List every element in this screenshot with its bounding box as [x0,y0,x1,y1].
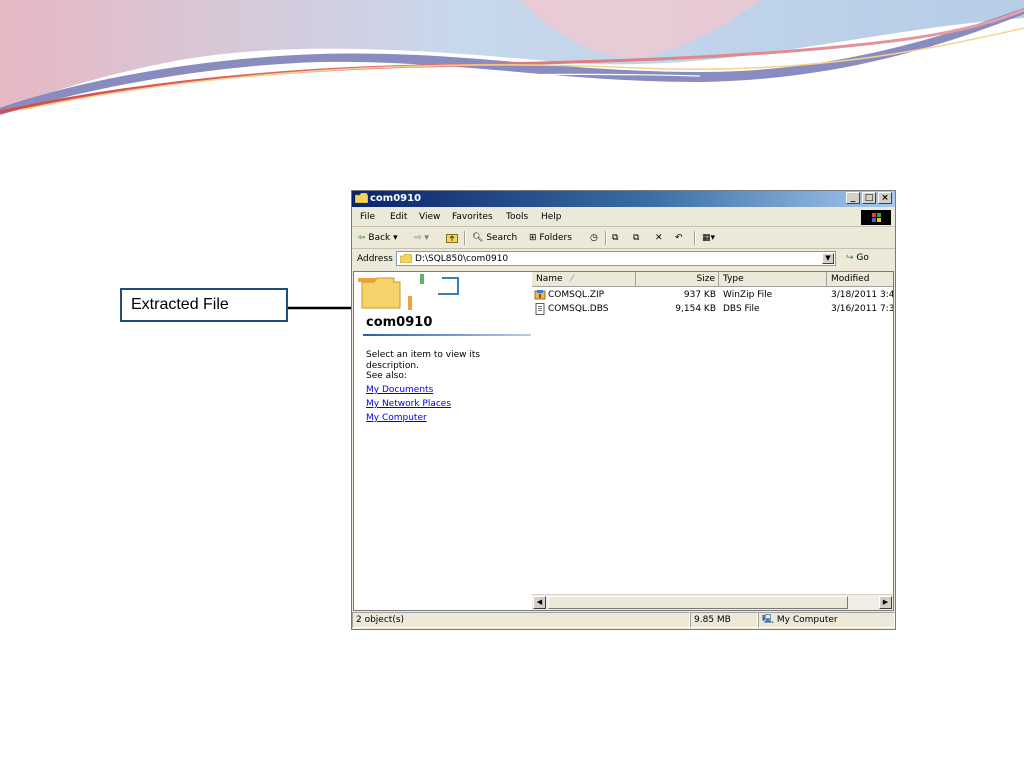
extracted-file-callout: Extracted File [120,288,288,322]
status-bar: 2 object(s) 9.85 MB 🖳 My Computer [352,612,895,629]
status-location: 🖳 My Computer [758,612,895,628]
search-icon: 🔍︎ [472,233,484,243]
file-row[interactable]: COMSQL.DBS 9,154 KB DBS File 3/16/2011 7… [532,302,894,316]
column-header-name[interactable]: Name ⁄ [532,272,636,287]
delete-button[interactable]: ✕ [655,233,663,243]
file-name: COMSQL.DBS [548,304,609,314]
views-icon: ▦▾ [702,233,716,243]
toolbar: ⇦ Back ▾ ⇨ ▾ 🔍︎ Search ⊞ Folders ◷ ⧉ ⧉ ✕… [352,228,895,249]
file-name: COMSQL.ZIP [548,290,605,300]
menu-edit[interactable]: Edit [390,212,407,222]
toolbar-separator [694,231,696,245]
winzip-icon [534,290,546,300]
window-title: com0910 [370,193,422,204]
link-my-network-places[interactable]: My Network Places [366,399,451,410]
copy-to-button[interactable]: ⧉ [633,233,639,243]
document-icon [535,303,545,315]
history-icon: ◷ [590,233,598,243]
menu-tools[interactable]: Tools [506,212,528,222]
web-view-pane: com0910 Select an item to view its descr… [354,272,532,610]
forward-button[interactable]: ⇨ ▾ [414,233,429,243]
go-label: Go [856,253,869,263]
folder-icon [355,193,368,203]
address-value: D:\SQL850\com0910 [415,254,509,264]
file-type: DBS File [723,304,760,314]
menu-favorites[interactable]: Favorites [452,212,493,222]
go-button[interactable]: ↪ Go [846,253,869,263]
column-header-modified[interactable]: Modified [827,272,893,287]
undo-icon: ↶ [675,233,683,243]
menu-help[interactable]: Help [541,212,562,222]
column-header-type[interactable]: Type [719,272,827,287]
up-folder-button[interactable] [446,233,458,246]
search-button[interactable]: 🔍︎ Search [472,233,517,243]
file-type: WinZip File [723,290,773,300]
delete-icon: ✕ [655,233,663,243]
menu-view[interactable]: View [419,212,440,222]
my-computer-icon: 🖳 [762,615,775,625]
up-folder-icon [446,234,458,243]
file-size: 937 KB [683,290,716,300]
history-button[interactable]: ◷ [590,233,598,243]
title-bar[interactable]: com0910 _ □ × [352,191,895,207]
see-also-label: See also: [366,371,407,381]
slide-banner-decoration [0,0,1024,115]
folder-title: com0910 [366,315,433,330]
toolbar-separator [605,231,607,245]
undo-button[interactable]: ↶ [675,233,683,243]
move-to-button[interactable]: ⧉ [612,233,618,243]
folder-icon [400,254,412,263]
back-dropdown-icon: ▾ [393,233,398,243]
status-size: 9.85 MB [690,612,758,628]
column-name-label: Name [536,274,563,284]
callout-label: Extracted File [131,296,229,313]
address-bar: Address D:\SQL850\com0910 ▼ ↪ Go [352,249,895,269]
folders-icon: ⊞ [529,233,537,243]
file-modified: 3/16/2011 7:3 [831,304,894,314]
link-my-computer[interactable]: My Computer [366,413,427,424]
copy-to-icon: ⧉ [633,233,640,243]
back-arrow-icon: ⇦ [358,233,366,243]
scroll-right-button[interactable]: ▶ [879,596,892,609]
sort-ascending-icon: ⁄ [571,274,573,284]
explorer-window: com0910 _ □ × File Edit View Favorites T… [351,190,896,630]
maximize-button[interactable]: □ [862,192,876,204]
scroll-left-button[interactable]: ◀ [533,596,546,609]
address-input[interactable]: D:\SQL850\com0910 ▼ [396,251,836,266]
horizontal-scrollbar[interactable]: ◀ ▶ [532,594,893,610]
folder-view: com0910 Select an item to view its descr… [353,271,894,611]
go-arrow-icon: ↪ [846,253,854,263]
file-size: 9,154 KB [675,304,716,314]
folder-graphic-icon [358,274,459,310]
link-my-documents[interactable]: My Documents [366,385,433,396]
address-label: Address [357,254,393,264]
scroll-thumb[interactable] [548,596,848,609]
folders-button[interactable]: ⊞ Folders [529,233,572,243]
address-dropdown-button[interactable]: ▼ [822,253,834,264]
menu-file[interactable]: File [360,212,375,222]
folders-label: Folders [539,233,572,243]
title-underline [363,334,531,336]
description-text: Select an item to view its description. [366,350,481,371]
file-row[interactable]: COMSQL.ZIP 937 KB WinZip File 3/18/2011 … [532,288,894,302]
toolbar-separator [464,231,466,245]
status-location-label: My Computer [776,615,838,625]
back-button[interactable]: ⇦ Back ▾ [358,233,398,243]
search-label: Search [486,233,518,243]
windows-logo-icon [861,210,891,225]
column-header-size[interactable]: Size [636,272,719,287]
close-button[interactable]: × [878,192,892,204]
file-modified: 3/18/2011 3:4 [831,290,894,300]
move-to-icon: ⧉ [612,233,619,243]
back-label: Back [368,233,391,243]
menu-bar: File Edit View Favorites Tools Help [352,208,895,227]
views-button[interactable]: ▦▾ [702,233,715,243]
minimize-button[interactable]: _ [846,192,860,204]
status-object-count: 2 object(s) [352,612,690,628]
